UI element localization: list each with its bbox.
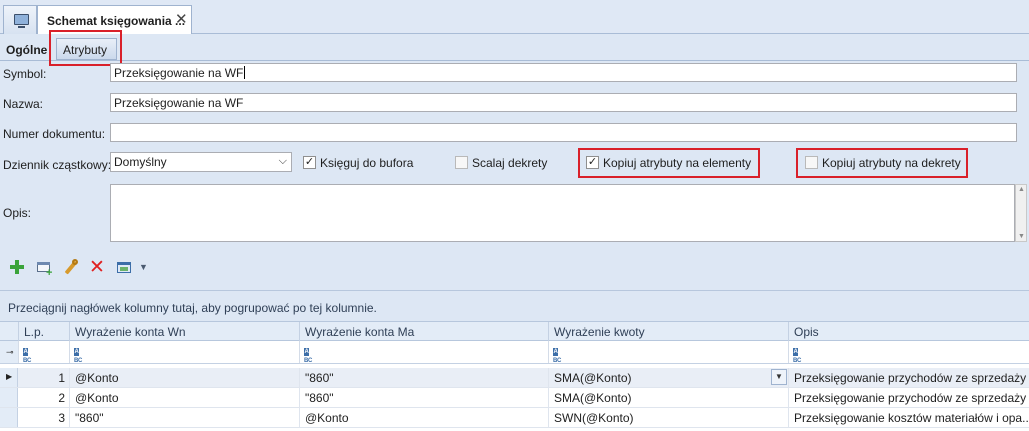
cell-lp[interactable]: 1 (19, 368, 70, 387)
name-label: Nazwa: (3, 97, 44, 111)
scroll-up-icon[interactable]: ▲ (1018, 186, 1025, 193)
cell-ma[interactable]: "860" (300, 388, 549, 407)
group-by-panel[interactable]: Przeciągnij nagłówek kolumny tutaj, aby … (0, 291, 1029, 321)
column-header-lp[interactable]: L.p. (19, 322, 70, 341)
column-header-opis[interactable]: Opis (789, 322, 1029, 341)
copy-attrs-elements-checkbox[interactable]: ✓ (586, 156, 599, 169)
monitor-icon (14, 14, 29, 25)
filter-cell-kwota[interactable]: ABC (549, 341, 789, 364)
column-header-wn[interactable]: Wyrażenie konta Wn (70, 322, 300, 341)
chevron-down-icon: ⌵ (278, 155, 287, 167)
document-tab[interactable]: Schemat księgowania ... ✕ (37, 5, 192, 35)
filter-cell-wn[interactable]: ABC (70, 341, 300, 364)
cell-lp[interactable]: 2 (19, 388, 70, 407)
monitor-stand (18, 26, 25, 28)
abc-filter-icon: ABC (553, 348, 562, 364)
post-to-buffer-label: Księguj do bufora (320, 156, 414, 170)
grid-header-row: L.p. Wyrażenie konta Wn Wyrażenie konta … (0, 321, 1029, 341)
delete-button[interactable]: ✕ (89, 257, 105, 279)
filter-indicator: ⊸ (0, 341, 19, 363)
table-row[interactable]: ▶ 1 @Konto "860" SMA(@Konto) Przeksięgow… (0, 368, 1029, 388)
description-scrollbar[interactable]: ▲ ▼ (1015, 184, 1027, 242)
column-header-ma[interactable]: Wyrażenie konta Ma (300, 322, 549, 341)
journal-label: Dziennik cząstkowy: (3, 158, 112, 172)
row-indicator (0, 388, 18, 407)
doc-number-label: Numer dokumentu: (3, 127, 106, 141)
add-window-icon-bar (37, 262, 50, 265)
row-indicator: ▶ (0, 368, 18, 387)
table-row[interactable]: 3 "860" @Konto SWN(@Konto) Przeksięgowan… (0, 408, 1029, 428)
journal-select[interactable]: Domyślny ⌵ (110, 152, 292, 172)
document-tab-title: Schemat księgowania ... (47, 14, 186, 28)
cell-ma[interactable]: "860" (300, 368, 549, 387)
plus-badge: + (46, 267, 53, 279)
filter-cell-opis[interactable]: ABC (789, 341, 1029, 364)
merge-entries-checkbox[interactable] (455, 156, 468, 169)
merge-entries-label: Scalaj dekrety (472, 156, 548, 170)
add-button[interactable] (9, 259, 25, 279)
group-by-hint: Przeciągnij nagłówek kolumny tutaj, aby … (8, 301, 377, 315)
view-icon-bar (117, 262, 131, 265)
scroll-down-icon[interactable]: ▼ (1018, 233, 1025, 240)
pin-icon: ⊸ (6, 347, 14, 357)
symbol-field[interactable]: Przeksięgowanie na WF (110, 63, 1017, 82)
chevron-down-icon[interactable]: ▼ (771, 369, 787, 385)
cell-wn[interactable]: @Konto (70, 368, 300, 387)
filter-row: ⊸ ABC ABC ABC ABC ABC (0, 341, 1029, 364)
dropdown-arrow-icon[interactable]: ▼ (139, 262, 149, 282)
row-focus-arrow-icon: ▶ (6, 372, 13, 381)
cell-ma[interactable]: @Konto (300, 408, 549, 427)
cell-opis[interactable]: Przeksięgowanie przychodów ze sprzedaży … (789, 388, 1029, 407)
table-row[interactable]: 2 @Konto "860" SMA(@Konto) Przeksięgowan… (0, 388, 1029, 408)
add-window-button[interactable]: + (36, 259, 54, 279)
description-label: Opis: (3, 206, 32, 220)
symbol-label: Symbol: (3, 67, 47, 81)
cell-wn[interactable]: @Konto (70, 388, 300, 407)
cell-opis[interactable]: Przeksięgowanie przychodów ze sprzedaży … (789, 368, 1029, 387)
view-button[interactable] (116, 259, 132, 279)
copy-attrs-entries-label: Kopiuj atrybuty na dekrety (822, 156, 961, 170)
journal-select-value: Domyślny (114, 155, 167, 169)
cell-wn[interactable]: "860" (70, 408, 300, 427)
home-tab[interactable] (3, 5, 37, 34)
cell-kwota[interactable]: SMA(@Konto) (549, 368, 789, 387)
header-indicator (0, 322, 19, 341)
cell-kwota[interactable]: SWN(@Konto) (549, 408, 789, 427)
text-caret (244, 66, 246, 79)
tab-divider (0, 60, 1029, 61)
copy-attrs-elements-label: Kopiuj atrybuty na elementy (603, 156, 752, 170)
name-field[interactable]: Przeksięgowanie na WF (110, 93, 1017, 112)
add-icon-stem (15, 260, 19, 274)
symbol-value: Przeksięgowanie na WF (114, 66, 244, 80)
column-header-kwota[interactable]: Wyrażenie kwoty (549, 322, 789, 341)
doc-number-field[interactable] (110, 123, 1017, 142)
view-icon-content (120, 267, 128, 271)
close-icon[interactable]: ✕ (175, 12, 188, 27)
post-to-buffer-checkbox[interactable]: ✓ (303, 156, 316, 169)
cell-kwota[interactable]: SMA(@Konto) (549, 388, 789, 407)
filter-cell-lp[interactable]: ABC (19, 341, 70, 364)
tab-general[interactable]: Ogólne (3, 38, 49, 62)
abc-filter-icon: ABC (304, 348, 313, 364)
copy-attrs-entries-checkbox[interactable] (805, 156, 818, 169)
abc-filter-icon: ABC (23, 348, 32, 364)
row-indicator (0, 408, 18, 427)
filter-cell-ma[interactable]: ABC (300, 341, 549, 364)
edit-button[interactable] (63, 259, 79, 279)
cell-opis[interactable]: Przeksięgowanie kosztów materiałów i opa… (789, 408, 1029, 427)
abc-filter-icon: ABC (74, 348, 83, 364)
abc-filter-icon: ABC (793, 348, 802, 364)
description-textarea[interactable] (110, 184, 1015, 242)
tab-attributes[interactable]: Atrybuty (56, 38, 117, 60)
edit-icon-head (72, 259, 78, 265)
delete-icon: ✕ (89, 257, 105, 278)
cell-lp[interactable]: 3 (19, 408, 70, 427)
